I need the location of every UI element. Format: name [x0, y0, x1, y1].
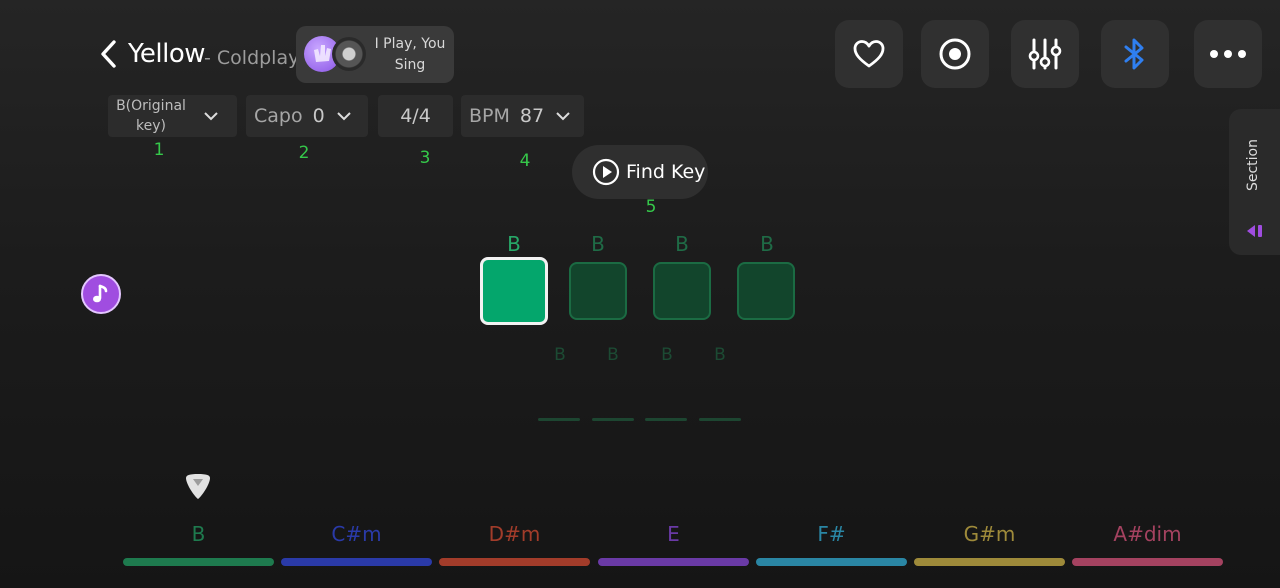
collapse-left-icon	[1247, 225, 1262, 237]
chord-color-bar[interactable]	[123, 558, 274, 566]
beat-dash	[699, 418, 741, 421]
favorite-button[interactable]	[835, 20, 903, 88]
beat-chord-label: B	[591, 232, 605, 256]
song-artist: - Coldplay	[204, 47, 300, 69]
section-label: Section	[1245, 139, 1261, 192]
key-label: B(Original key)	[116, 98, 186, 134]
beat-dash	[592, 418, 634, 421]
beat-box[interactable]	[653, 262, 711, 320]
play-mode-label: I Play, You Sing	[374, 36, 446, 73]
beat-chord-label: B	[507, 232, 521, 256]
chord-button-label[interactable]: D#m	[439, 522, 590, 546]
chord-color-bar[interactable]	[439, 558, 590, 566]
more-icon	[1210, 50, 1246, 58]
music-note-icon	[93, 284, 108, 303]
chevron-down-icon	[204, 111, 218, 121]
find-key-button[interactable]: Find Key	[572, 145, 708, 199]
next-beat-label: B	[661, 345, 673, 365]
bpm-label: BPM	[469, 105, 510, 127]
play-circle-icon	[592, 158, 620, 186]
key-selector[interactable]: B(Original key)	[108, 95, 237, 137]
step-number: 1	[153, 140, 165, 160]
beat-dash	[645, 418, 687, 421]
beat-chord-label: B	[675, 232, 689, 256]
capo-selector[interactable]: Capo 0	[246, 95, 368, 137]
capo-value: 0	[312, 105, 325, 127]
next-beat-label: B	[607, 345, 619, 365]
chord-button-label[interactable]: G#m	[914, 522, 1065, 546]
section-panel-tab[interactable]: Section	[1229, 109, 1280, 255]
more-button[interactable]	[1194, 20, 1262, 88]
chord-button-label[interactable]: C#m	[281, 522, 432, 546]
chord-color-bar[interactable]	[598, 558, 749, 566]
bluetooth-button[interactable]	[1101, 20, 1169, 88]
step-number: 4	[519, 151, 531, 171]
find-key-label: Find Key	[626, 161, 706, 183]
chord-button-label[interactable]: E	[598, 522, 749, 546]
heart-icon	[853, 40, 885, 68]
play-mode-toggle[interactable]: I Play, You Sing	[296, 26, 454, 83]
song-title: Yellow	[128, 39, 206, 69]
time-signature-selector[interactable]: 4/4	[378, 95, 453, 137]
step-number: 2	[298, 143, 310, 163]
chevron-left-icon	[101, 40, 116, 68]
record-icon	[939, 38, 971, 70]
beat-chord-label: B	[760, 232, 774, 256]
back-button[interactable]	[98, 38, 124, 70]
beat-box[interactable]	[569, 262, 627, 320]
chevron-down-icon	[556, 111, 570, 121]
mixer-button[interactable]	[1011, 20, 1079, 88]
chord-color-bar[interactable]	[756, 558, 907, 566]
record-button[interactable]	[921, 20, 989, 88]
bluetooth-icon	[1124, 38, 1144, 70]
chord-button-label[interactable]: F#	[756, 522, 907, 546]
beat-box[interactable]	[737, 262, 795, 320]
time-signature: 4/4	[400, 105, 431, 127]
chord-color-bar[interactable]	[281, 558, 432, 566]
sliders-icon	[1028, 38, 1062, 70]
chord-button-label[interactable]: A#dim	[1072, 522, 1223, 546]
bpm-value: 87	[519, 105, 545, 127]
beat-box-active[interactable]	[480, 257, 548, 325]
step-number: 3	[419, 148, 431, 168]
music-note-button[interactable]	[81, 274, 121, 314]
capo-label: Capo	[254, 105, 303, 127]
next-beat-label: B	[714, 345, 726, 365]
next-beat-label: B	[554, 345, 566, 365]
chord-color-bar[interactable]	[914, 558, 1065, 566]
vinyl-icon	[332, 37, 366, 71]
bpm-selector[interactable]: BPM 87	[461, 95, 584, 137]
guitar-pick-icon	[184, 474, 212, 504]
chevron-down-icon	[336, 111, 351, 121]
step-number: 5	[645, 197, 657, 217]
chord-color-bar[interactable]	[1072, 558, 1223, 566]
chord-button-label[interactable]: B	[123, 522, 274, 546]
beat-dash	[538, 418, 580, 421]
